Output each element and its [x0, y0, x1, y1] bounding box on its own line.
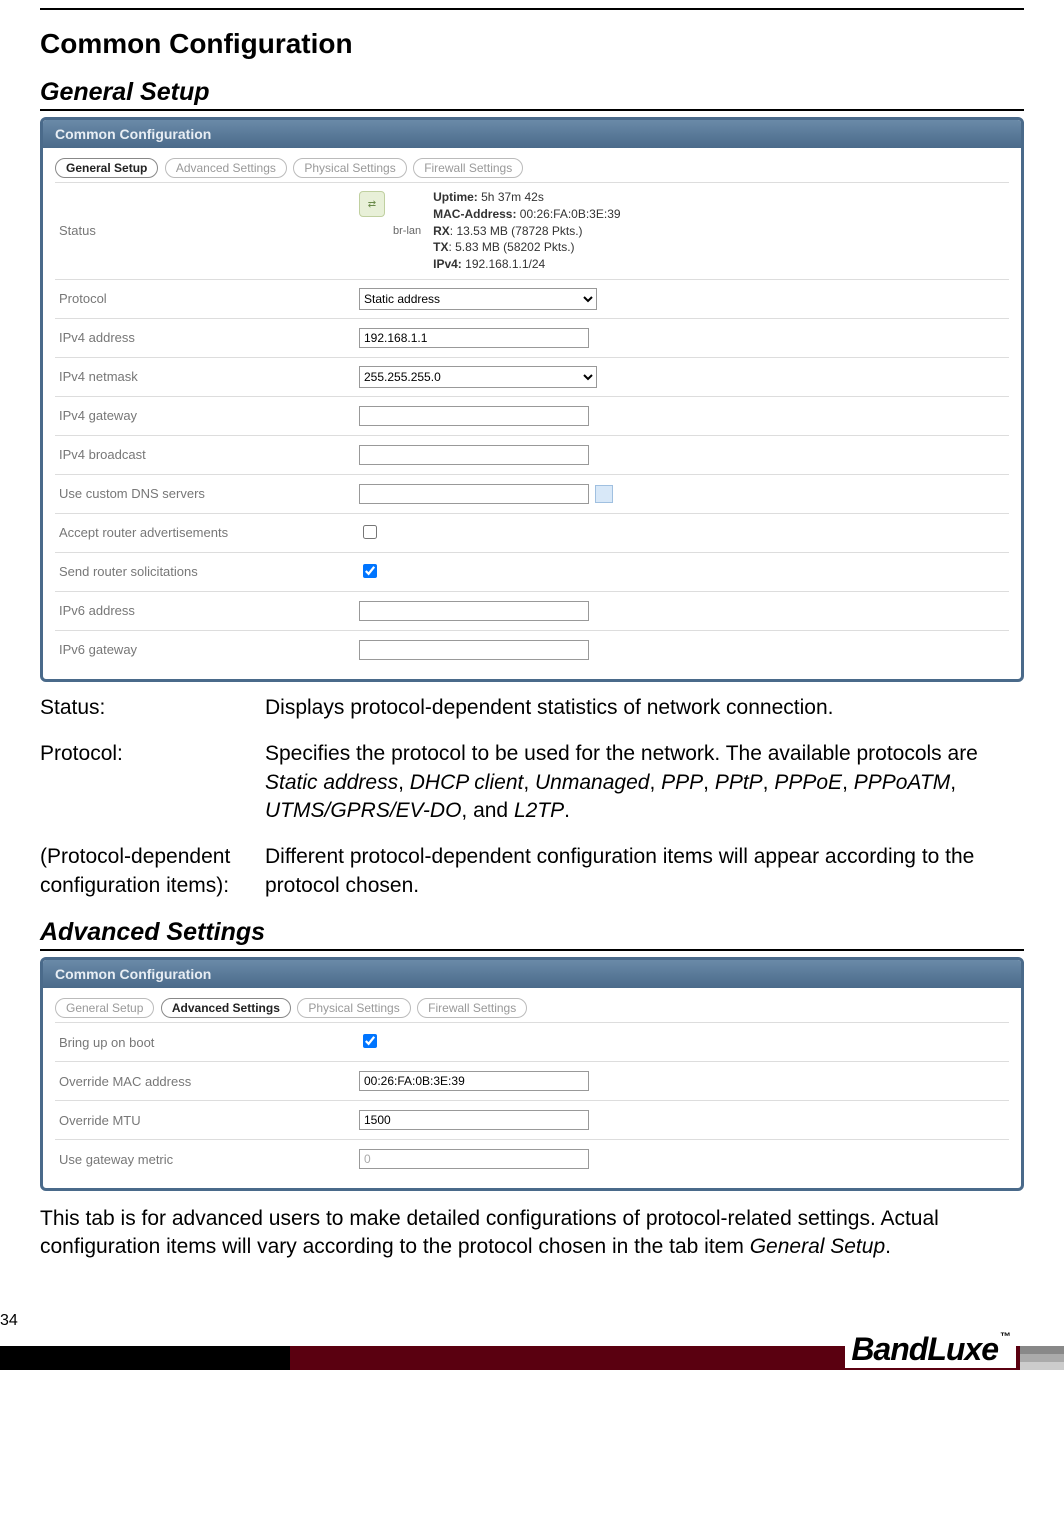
ipv4-address-label: IPv4 address	[59, 330, 359, 345]
dns-input[interactable]	[359, 484, 589, 504]
status-lines: Uptime: 5h 37m 42s MAC-Address: 00:26:FA…	[433, 189, 620, 273]
ipv4-gateway-label: IPv4 gateway	[59, 408, 359, 423]
ipv4-netmask-select[interactable]: 255.255.255.0	[359, 366, 597, 388]
desc-status-def: Displays protocol-dependent statistics o…	[265, 694, 1024, 722]
tab-firewall-settings[interactable]: Firewall Settings	[413, 158, 523, 178]
advanced-settings-panel: Common Configuration General Setup Advan…	[40, 957, 1024, 1191]
override-mtu-input[interactable]	[359, 1110, 589, 1130]
ipv4-address-input[interactable]	[359, 328, 589, 348]
send-sol-label: Send router solicitations	[59, 564, 359, 579]
status-label: Status	[59, 223, 359, 238]
ipv4-gateway-input[interactable]	[359, 406, 589, 426]
ipv6-gateway-input[interactable]	[359, 640, 589, 660]
tab-firewall-settings-2[interactable]: Firewall Settings	[417, 998, 527, 1018]
tab-advanced-settings[interactable]: Advanced Settings	[165, 158, 287, 178]
panel-header-2: Common Configuration	[43, 960, 1021, 988]
ipv4-broadcast-label: IPv4 broadcast	[59, 447, 359, 462]
brand-logo: BandLuxe™	[845, 1331, 1016, 1368]
desc-protocol-def: Specifies the protocol to be used for th…	[265, 740, 1024, 825]
accept-adv-checkbox[interactable]	[363, 525, 377, 539]
protocol-label: Protocol	[59, 291, 359, 306]
tab-bar: General Setup Advanced Settings Physical…	[55, 158, 1009, 178]
add-icon[interactable]	[595, 485, 613, 503]
override-mac-label: Override MAC address	[59, 1074, 359, 1089]
tab-advanced-settings-2[interactable]: Advanced Settings	[161, 998, 291, 1018]
tab-physical-settings[interactable]: Physical Settings	[293, 158, 406, 178]
desc-protocol-term: Protocol:	[40, 740, 265, 825]
ipv6-address-input[interactable]	[359, 601, 589, 621]
desc-items-def: Different protocol-dependent configurati…	[265, 843, 1024, 900]
panel-header: Common Configuration	[43, 120, 1021, 148]
desc-status-term: Status:	[40, 694, 265, 722]
general-setup-panel: Common Configuration General Setup Advan…	[40, 117, 1024, 682]
tab-general-setup[interactable]: General Setup	[55, 158, 158, 178]
gateway-metric-label: Use gateway metric	[59, 1152, 359, 1167]
ipv4-netmask-label: IPv4 netmask	[59, 369, 359, 384]
override-mac-input[interactable]	[359, 1071, 589, 1091]
ipv6-gateway-label: IPv6 gateway	[59, 642, 359, 657]
ipv4-broadcast-input[interactable]	[359, 445, 589, 465]
bring-up-checkbox[interactable]	[363, 1034, 377, 1048]
desc-items-term: (Protocol-dependent configuration items)…	[40, 843, 265, 900]
ipv6-address-label: IPv6 address	[59, 603, 359, 618]
page-number: 34	[0, 1312, 18, 1330]
send-sol-checkbox[interactable]	[363, 564, 377, 578]
section-heading-advanced: Advanced Settings	[40, 918, 1024, 951]
tab-physical-settings-2[interactable]: Physical Settings	[297, 998, 410, 1018]
protocol-select[interactable]: Static address	[359, 288, 597, 310]
interface-icon: ⇄	[359, 191, 385, 217]
override-mtu-label: Override MTU	[59, 1113, 359, 1128]
bring-up-label: Bring up on boot	[59, 1035, 359, 1050]
section-heading-general: General Setup	[40, 78, 1024, 111]
gateway-metric-input[interactable]	[359, 1149, 589, 1169]
tab-general-setup-2[interactable]: General Setup	[55, 998, 154, 1018]
advanced-description: This tab is for advanced users to make d…	[40, 1205, 1024, 1262]
interface-name: br-lan	[393, 225, 421, 237]
page-title: Common Configuration	[40, 28, 1024, 60]
tab-bar-2: General Setup Advanced Settings Physical…	[55, 998, 1009, 1018]
dns-label: Use custom DNS servers	[59, 486, 359, 501]
accept-adv-label: Accept router advertisements	[59, 525, 359, 540]
